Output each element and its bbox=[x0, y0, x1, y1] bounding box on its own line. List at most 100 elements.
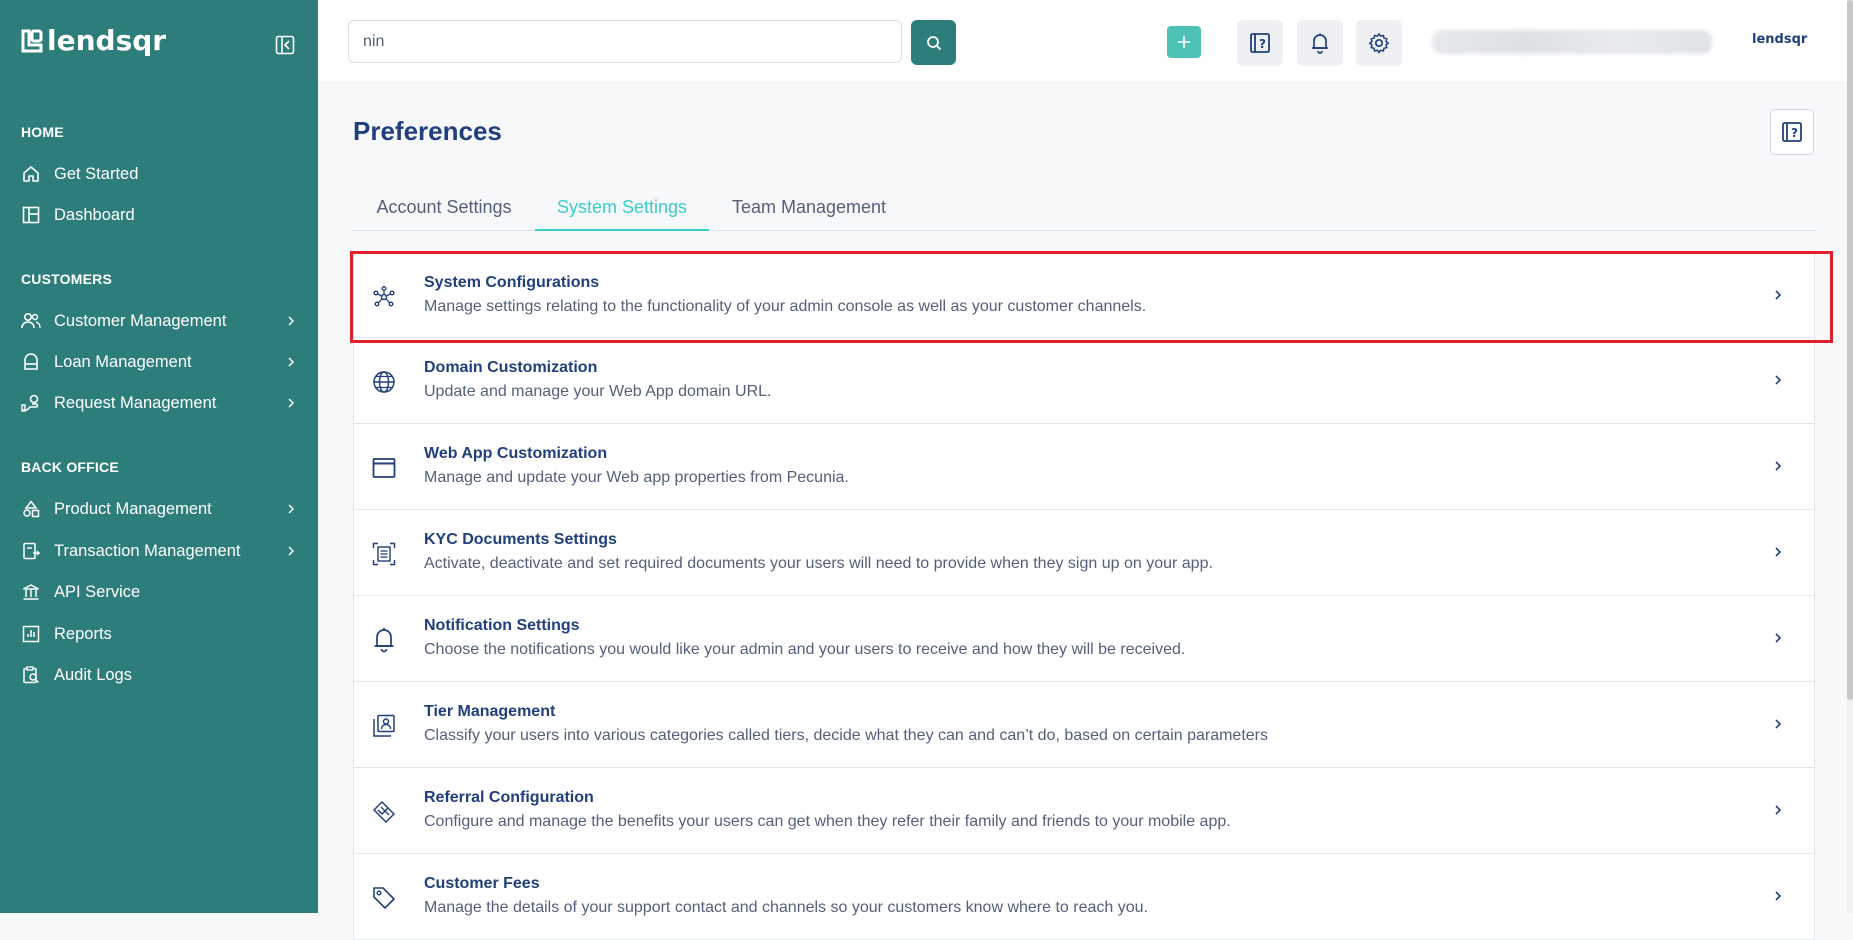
setting-kyc-documents[interactable]: KYC Documents Settings Activate, deactiv… bbox=[353, 510, 1815, 596]
search-button[interactable] bbox=[911, 20, 956, 65]
setting-description: Update and manage your Web App domain UR… bbox=[424, 383, 772, 400]
sidebar-item-transaction-management[interactable]: Transaction Management bbox=[21, 537, 297, 565]
setting-system-configurations[interactable]: System Configurations Manage settings re… bbox=[353, 252, 1815, 338]
loan-icon bbox=[21, 352, 41, 372]
sidebar-item-label: Product Management bbox=[54, 499, 212, 518]
sidebar-item-loan-management[interactable]: Loan Management bbox=[21, 348, 297, 376]
setting-description: Configure and manage the benefits your u… bbox=[424, 813, 1231, 830]
sidebar-item-label: Reports bbox=[54, 624, 112, 643]
audit-icon bbox=[21, 665, 41, 685]
section-label-customers: CUSTOMERS bbox=[21, 271, 112, 287]
user-email-blurred[interactable] bbox=[1432, 30, 1712, 54]
notifications-button[interactable] bbox=[1297, 20, 1343, 66]
bell-icon bbox=[371, 627, 397, 653]
sidebar-item-label: API Service bbox=[54, 582, 141, 601]
sidebar-item-product-management[interactable]: Product Management bbox=[21, 495, 297, 523]
sidebar-item-customer-management[interactable]: Customer Management bbox=[21, 307, 297, 335]
sidebar: lendsqr HOME Get Started Dashboard CUSTO… bbox=[0, 0, 318, 913]
help-button[interactable]: ? bbox=[1237, 20, 1283, 66]
sidebar-item-api-service[interactable]: API Service bbox=[21, 578, 297, 606]
setting-title: Notification Settings bbox=[424, 617, 580, 634]
users-icon bbox=[21, 311, 41, 331]
sidebar-item-label: Get Started bbox=[54, 164, 139, 183]
search-icon bbox=[926, 35, 941, 50]
setting-notification-settings[interactable]: Notification Settings Choose the notific… bbox=[353, 596, 1815, 682]
brand-logo[interactable]: lendsqr bbox=[21, 26, 166, 56]
setting-web-app-customization[interactable]: Web App Customization Manage and update … bbox=[353, 424, 1815, 510]
sidebar-item-request-management[interactable]: Request Management bbox=[21, 389, 297, 417]
setting-referral-configuration[interactable]: Referral Configuration Configure and man… bbox=[353, 768, 1815, 854]
chevron-right-icon bbox=[288, 316, 295, 326]
sidebar-item-label: Audit Logs bbox=[54, 665, 132, 684]
chevron-right-icon bbox=[288, 546, 295, 556]
setting-title: Referral Configuration bbox=[424, 789, 594, 806]
lendsqr-logo-icon bbox=[21, 29, 43, 53]
svg-text:?: ? bbox=[1791, 126, 1798, 140]
preferences-tabs: Account Settings System Settings Team Ma… bbox=[353, 186, 1815, 231]
sidebar-item-label: Dashboard bbox=[54, 205, 135, 224]
chevron-right-icon bbox=[1775, 891, 1782, 901]
setting-description: Manage the details of your support conta… bbox=[424, 899, 1148, 916]
tab-team-management[interactable]: Team Management bbox=[709, 186, 909, 229]
help-book-icon: ? bbox=[1782, 122, 1802, 142]
svg-text:?: ? bbox=[1259, 37, 1266, 51]
network-icon bbox=[371, 284, 397, 310]
sidebar-item-label: Request Management bbox=[54, 393, 217, 412]
tag-icon bbox=[371, 885, 397, 911]
setting-description: Classify your users into various categor… bbox=[424, 727, 1268, 744]
sidebar-item-label: Customer Management bbox=[54, 311, 227, 330]
setting-title: KYC Documents Settings bbox=[424, 531, 617, 548]
section-label-back-office: BACK OFFICE bbox=[21, 459, 119, 475]
org-logo: lendsqr bbox=[1752, 32, 1807, 47]
chevron-right-icon bbox=[1775, 375, 1782, 385]
setting-tier-management[interactable]: Tier Management Classify your users into… bbox=[353, 682, 1815, 768]
home-icon bbox=[21, 164, 41, 184]
chevron-right-icon bbox=[288, 398, 295, 408]
chevron-right-icon bbox=[288, 357, 295, 367]
setting-title: System Configurations bbox=[424, 274, 600, 291]
setting-title: Domain Customization bbox=[424, 359, 598, 376]
chevron-right-icon bbox=[1775, 547, 1782, 557]
bank-icon bbox=[21, 582, 41, 602]
section-label-home: HOME bbox=[21, 124, 64, 140]
tier-icon bbox=[371, 713, 397, 739]
chevron-right-icon bbox=[1775, 805, 1782, 815]
add-button[interactable] bbox=[1167, 26, 1201, 58]
search-input[interactable] bbox=[348, 20, 902, 63]
tab-system-settings[interactable]: System Settings bbox=[535, 186, 709, 231]
chevron-right-icon bbox=[288, 504, 295, 514]
page-help-button[interactable]: ? bbox=[1770, 109, 1814, 155]
scrollbar-thumb[interactable] bbox=[1847, 0, 1853, 700]
scrollbar[interactable] bbox=[1847, 0, 1853, 913]
settings-button[interactable] bbox=[1356, 20, 1402, 66]
setting-description: Activate, deactivate and set required do… bbox=[424, 555, 1213, 572]
chevron-right-icon bbox=[1775, 461, 1782, 471]
setting-description: Manage and update your Web app propertie… bbox=[424, 469, 849, 486]
setting-description: Choose the notifications you would like … bbox=[424, 641, 1186, 658]
plus-icon bbox=[1178, 36, 1190, 48]
collapse-sidebar-icon[interactable] bbox=[275, 35, 295, 55]
setting-title: Tier Management bbox=[424, 703, 556, 720]
page-title: Preferences bbox=[353, 116, 502, 146]
window-icon bbox=[371, 455, 397, 481]
sidebar-item-label: Transaction Management bbox=[54, 541, 241, 560]
sidebar-item-audit-logs[interactable]: Audit Logs bbox=[21, 661, 297, 689]
gear-icon bbox=[1368, 33, 1390, 54]
tab-account-settings[interactable]: Account Settings bbox=[353, 186, 535, 229]
setting-title: Web App Customization bbox=[424, 445, 608, 462]
setting-domain-customization[interactable]: Domain Customization Update and manage y… bbox=[353, 338, 1815, 424]
sidebar-item-reports[interactable]: Reports bbox=[21, 620, 297, 648]
setting-description: Manage settings relating to the function… bbox=[424, 298, 1147, 315]
sidebar-item-dashboard[interactable]: Dashboard bbox=[21, 201, 297, 229]
brand-name: lendsqr bbox=[47, 24, 167, 57]
sidebar-item-get-started[interactable]: Get Started bbox=[21, 160, 297, 188]
referral-icon bbox=[371, 799, 397, 825]
product-icon bbox=[21, 499, 41, 519]
chevron-right-icon bbox=[1775, 290, 1782, 300]
bell-icon bbox=[1312, 33, 1328, 54]
reports-icon bbox=[21, 624, 41, 644]
document-scan-icon bbox=[371, 541, 397, 567]
setting-customer-fees[interactable]: Customer Fees Manage the details of your… bbox=[353, 854, 1815, 940]
transaction-icon bbox=[21, 541, 41, 561]
help-book-icon: ? bbox=[1250, 33, 1270, 53]
